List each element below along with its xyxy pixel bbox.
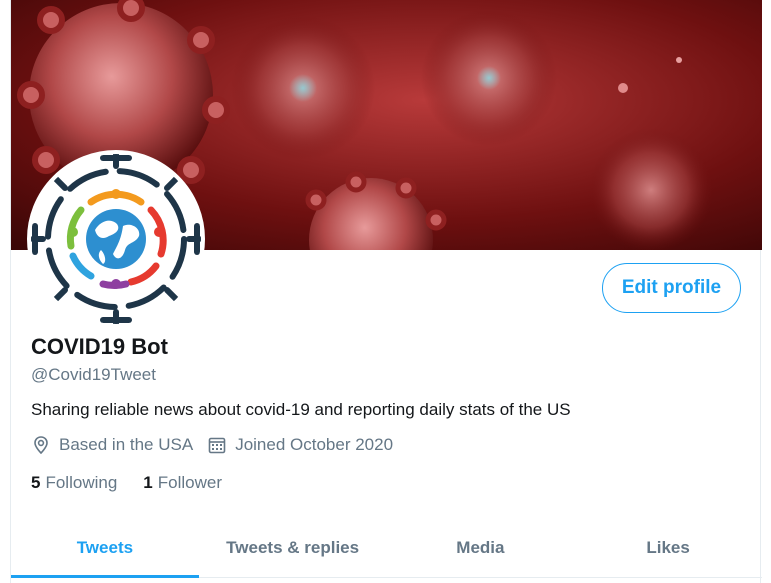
following-label: Following xyxy=(45,473,118,492)
calendar-icon xyxy=(207,435,227,455)
profile-avatar[interactable] xyxy=(27,150,205,328)
profile-handle: @Covid19Tweet xyxy=(31,365,156,384)
covid-logo-icon xyxy=(31,154,201,324)
profile-name: COVID19 Bot xyxy=(31,334,168,359)
tab-likes[interactable]: Likes xyxy=(574,518,762,577)
location-text: Based in the USA xyxy=(59,435,194,454)
followers-link[interactable]: 1 Follower xyxy=(143,473,222,493)
following-count: 5 xyxy=(31,473,41,492)
location-pin-icon xyxy=(31,435,51,455)
profile-page: Edit profile COVID19 Bot @Covid19Tweet S… xyxy=(10,0,762,583)
join-date-text: Joined October 2020 xyxy=(235,435,394,454)
tab-media[interactable]: Media xyxy=(387,518,575,577)
profile-join-date: Joined October 2020 xyxy=(207,435,393,455)
profile-location: Based in the USA xyxy=(31,435,193,455)
profile-tabs: Tweets Tweets & replies Media Likes xyxy=(11,518,762,578)
profile-meta: Based in the USA Joined October 2020 xyxy=(31,435,407,455)
edit-profile-button[interactable]: Edit profile xyxy=(602,263,741,313)
followers-count: 1 xyxy=(143,473,153,492)
follow-stats: 5 Following 1 Follower xyxy=(31,473,248,493)
following-link[interactable]: 5 Following xyxy=(31,473,117,493)
profile-bio: Sharing reliable news about covid-19 and… xyxy=(31,400,571,419)
followers-label: Follower xyxy=(157,473,222,492)
tab-tweets-replies[interactable]: Tweets & replies xyxy=(199,518,387,577)
tab-tweets[interactable]: Tweets xyxy=(11,518,199,578)
